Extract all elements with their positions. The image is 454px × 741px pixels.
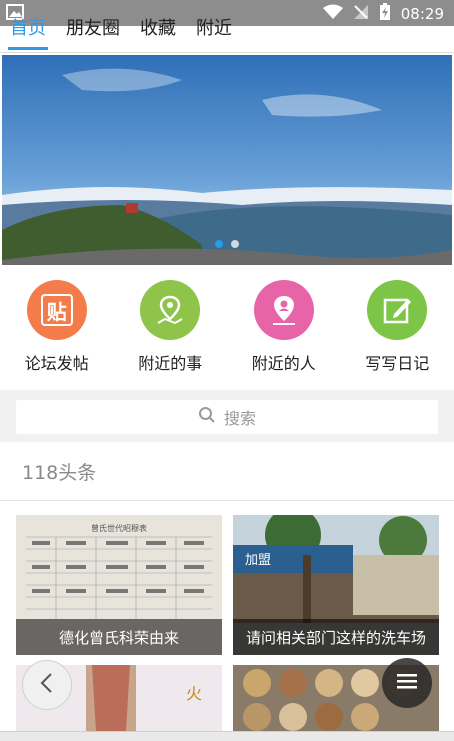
tab-divider: [0, 52, 454, 53]
tab-home[interactable]: 首页: [0, 8, 56, 52]
tab-favorites[interactable]: 收藏: [130, 8, 186, 52]
table-header-text: 曾氏世代昭穆表: [91, 523, 147, 533]
news-caption: 请问相关部门这样的洗车场: [233, 619, 439, 655]
quick-label: 写写日记: [365, 354, 430, 373]
search-placeholder: 搜索: [223, 409, 256, 428]
fire-char-text: 火: [186, 684, 202, 703]
news-card[interactable]: 曾氏世代昭穆表 德化曾氏科荣由来: [16, 515, 222, 655]
wifi-icon: [322, 4, 343, 24]
top-tab-bar: 首页 朋友圈 收藏 附近: [0, 8, 242, 52]
tab-nearby[interactable]: 附近: [186, 8, 242, 52]
post-icon: 贴: [26, 280, 87, 340]
chevron-left-icon: [37, 671, 57, 699]
carousel-indicator: [0, 240, 454, 248]
status-time: 08:29: [400, 5, 444, 23]
bottom-nav-edge: [0, 731, 454, 741]
quick-actions: 贴 论坛发帖 附近的事 附近的人 写写日记: [0, 280, 454, 380]
search-icon: [198, 406, 216, 428]
section-divider: [0, 500, 454, 501]
quick-label: 论坛发帖: [24, 354, 89, 373]
banner-image: [2, 55, 452, 265]
signal-off-icon: [353, 4, 369, 24]
diary-edit-icon: [367, 280, 428, 340]
search-section: 搜索: [0, 390, 454, 442]
back-button[interactable]: [22, 660, 72, 710]
quick-forum-post[interactable]: 贴 论坛发帖: [7, 280, 107, 380]
news-caption: 德化曾氏科荣由来: [16, 619, 222, 655]
menu-button[interactable]: [382, 658, 432, 708]
shop-sign-text: 加盟: [245, 553, 271, 568]
carousel-dot-1[interactable]: [215, 240, 223, 248]
quick-label: 附近的人: [251, 354, 316, 373]
tab-friends[interactable]: 朋友圈: [56, 8, 130, 52]
section-title: 118头条: [22, 462, 97, 484]
post-icon-glyph: 贴: [40, 294, 73, 326]
quick-write-diary[interactable]: 写写日记: [347, 280, 447, 380]
search-input[interactable]: 搜索: [16, 400, 438, 434]
quick-nearby-people[interactable]: 附近的人: [234, 280, 334, 380]
quick-label: 附近的事: [138, 354, 203, 373]
banner-carousel[interactable]: [2, 55, 452, 265]
battery-icon: [379, 3, 391, 25]
carousel-dot-2[interactable]: [231, 240, 239, 248]
location-event-icon: [140, 280, 201, 340]
news-card[interactable]: 加盟 请问相关部门这样的洗车场: [233, 515, 439, 655]
quick-nearby-events[interactable]: 附近的事: [120, 280, 220, 380]
hamburger-menu-icon: [396, 672, 418, 694]
location-person-icon: [253, 280, 314, 340]
